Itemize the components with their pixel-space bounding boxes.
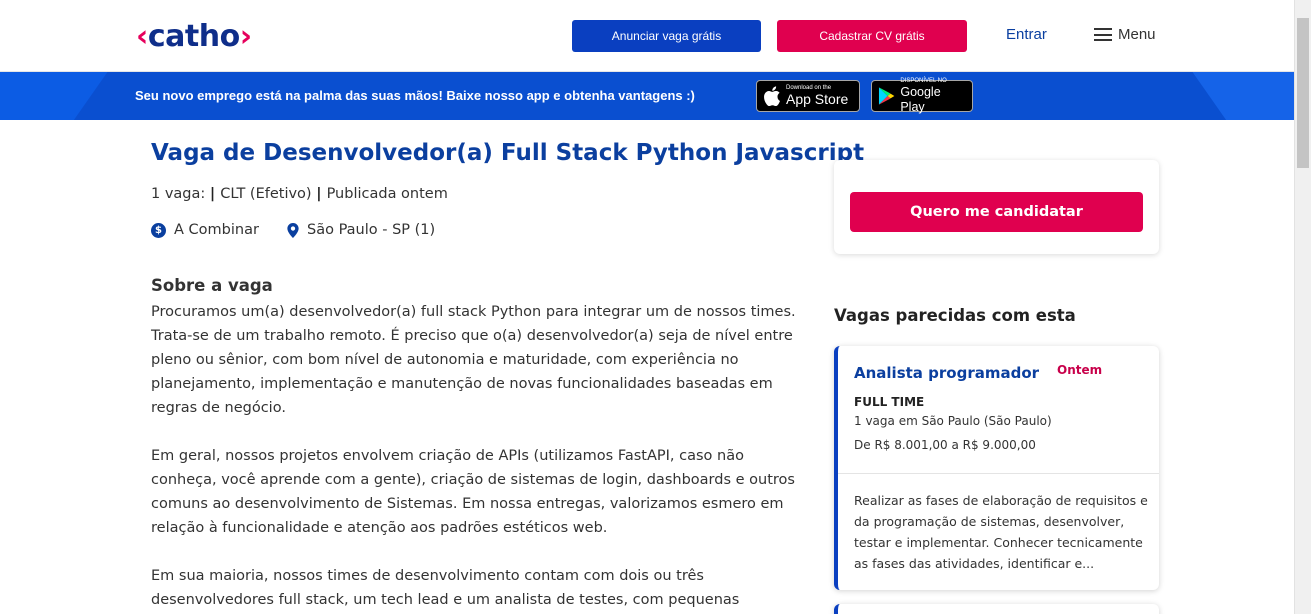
page-scrollbar[interactable] xyxy=(1294,0,1311,614)
hamburger-icon xyxy=(1094,28,1112,41)
play-triangle-icon xyxy=(878,87,895,105)
job-publicada: Publicada ontem xyxy=(326,186,448,202)
google-play-labels: DISPONÍVEL NO Google Play xyxy=(900,78,966,115)
logo-text: catho xyxy=(147,18,240,54)
dollar-circle-icon: $ xyxy=(151,222,166,238)
menu-button[interactable]: Menu xyxy=(1094,26,1156,43)
site-header: ‹ catho › Anunciar vaga grátis Cadastrar… xyxy=(0,0,1294,72)
job-contrato: CLT (Efetivo) xyxy=(220,186,312,202)
apply-card: Quero me candidatar xyxy=(834,160,1159,254)
app-store-button[interactable]: Download on the App Store xyxy=(756,80,860,112)
job-description-paragraph: Procuramos um(a) desenvolvedor(a) full s… xyxy=(151,304,796,416)
section-title-sobre: Sobre a vaga xyxy=(151,276,273,295)
location-text: São Paulo - SP (1) xyxy=(307,222,436,238)
similar-job-salary: De R$ 8.001,00 a R$ 9.000,00 xyxy=(854,438,1036,452)
salary-text: A Combinar xyxy=(174,222,259,238)
app-store-labels: Download on the App Store xyxy=(786,85,848,107)
similar-job-card-next[interactable] xyxy=(834,604,1159,614)
similar-job-card[interactable]: Analista programador Ontem FULL TIME 1 v… xyxy=(834,346,1159,590)
card-divider xyxy=(838,473,1159,474)
cadastrar-cv-button[interactable]: Cadastrar CV grátis xyxy=(777,20,967,52)
banner-text: Seu novo emprego está na palma das suas … xyxy=(135,88,695,103)
entrar-link[interactable]: Entrar xyxy=(1006,26,1047,43)
meta-separator: | xyxy=(209,186,221,202)
similar-job-type: FULL TIME xyxy=(854,395,925,409)
app-store-big-text: App Store xyxy=(786,91,849,107)
google-play-button[interactable]: DISPONÍVEL NO Google Play xyxy=(871,78,973,115)
apply-button[interactable]: Quero me candidatar xyxy=(850,192,1143,232)
job-vagas: 1 vaga: xyxy=(151,186,206,202)
job-location: São Paulo - SP (1) xyxy=(287,222,435,238)
similar-jobs-title: Vagas parecidas com esta xyxy=(834,306,1076,325)
job-title: Vaga de Desenvolvedor(a) Full Stack Pyth… xyxy=(151,140,865,166)
anunciar-vaga-button[interactable]: Anunciar vaga grátis xyxy=(572,20,761,52)
scrollbar-thumb[interactable] xyxy=(1297,18,1309,168)
app-download-banner: Seu novo emprego está na palma das suas … xyxy=(0,72,1294,120)
job-description-paragraph: Em sua maioria, nossos times de desenvol… xyxy=(151,568,740,608)
map-pin-icon xyxy=(287,222,299,238)
job-description-paragraph: Em geral, nossos projetos envolvem criaç… xyxy=(151,448,795,536)
logo-right-chevron: › xyxy=(239,18,252,54)
job-salary: $ A Combinar xyxy=(151,222,259,238)
menu-label: Menu xyxy=(1118,26,1156,43)
banner-decoration-left xyxy=(0,72,115,120)
similar-job-location: 1 vaga em São Paulo (São Paulo) xyxy=(854,414,1052,428)
google-play-big-text: Google Play xyxy=(900,84,941,114)
meta-separator: | xyxy=(316,186,327,202)
similar-job-snippet: Realizar as fases de elaboração de requi… xyxy=(854,493,1148,571)
similar-job-date: Ontem xyxy=(1057,363,1103,377)
logo-left-chevron: ‹ xyxy=(136,18,148,54)
similar-job-title[interactable]: Analista programador xyxy=(854,364,1039,382)
job-meta: 1 vaga: | CLT (Efetivo) | Publicada onte… xyxy=(151,186,448,202)
banner-decoration-right xyxy=(1185,72,1294,120)
apple-icon xyxy=(764,86,780,106)
google-play-small-text: DISPONÍVEL NO xyxy=(900,77,947,84)
catho-logo[interactable]: ‹ catho › xyxy=(136,18,252,54)
